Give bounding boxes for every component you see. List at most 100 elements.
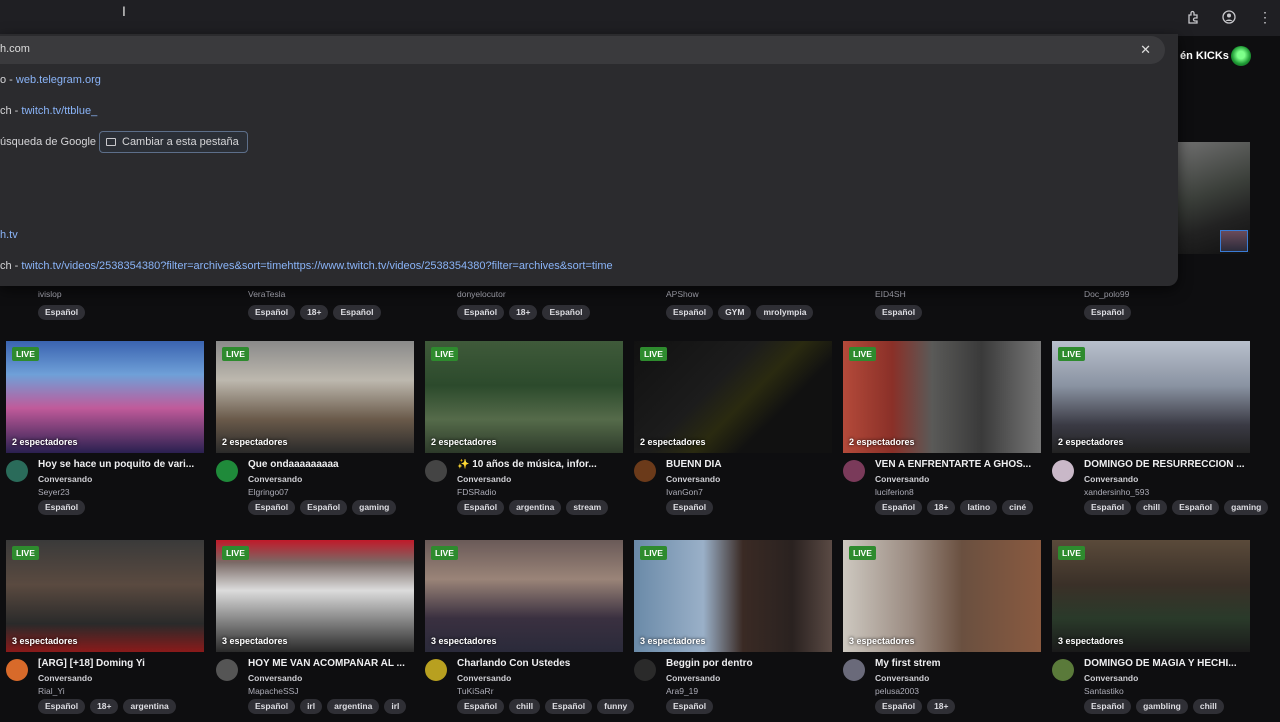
channel-name[interactable]: Doc_polo99	[1084, 289, 1131, 299]
suggestion-item[interactable]: ch - twitch.tv/videos/2538354380?filter=…	[0, 260, 613, 272]
channel-name[interactable]: Seyer23	[38, 487, 70, 497]
tag-pill[interactable]: 18+	[927, 699, 956, 714]
tag-pill[interactable]: funny	[597, 699, 635, 714]
tag-pill[interactable]: chill	[509, 699, 541, 714]
tag-pill[interactable]: 18+	[927, 500, 956, 515]
channel-name[interactable]: ivislop	[38, 289, 85, 299]
stream-card[interactable]: LIVE 3 espectadores Charlando Con Ustedes C…	[425, 540, 635, 722]
stream-category[interactable]: Conversando	[38, 673, 92, 683]
tag-pill[interactable]: Español	[666, 699, 714, 714]
stream-title[interactable]: [ARG] [+18] Doming Yi	[38, 658, 206, 669]
streamer-avatar[interactable]	[216, 659, 238, 681]
stream-title[interactable]: HOY ME VAN ACOMPAÑAR AL ...	[248, 658, 416, 669]
tag-pill[interactable]: gambling	[1136, 699, 1188, 714]
mini-player[interactable]	[1220, 230, 1248, 252]
stream-category[interactable]: Conversando	[875, 673, 929, 683]
tag-pill[interactable]: Español	[1084, 305, 1132, 320]
channel-name[interactable]: VeraTesla	[248, 289, 381, 299]
tag-pill[interactable]: argentina	[327, 699, 380, 714]
tag-pill[interactable]: GYM	[718, 305, 752, 320]
stream-category[interactable]: Conversando	[457, 474, 511, 484]
streamer-avatar[interactable]	[1052, 659, 1074, 681]
channel-name[interactable]: TuKiSaRr	[457, 686, 494, 696]
streamer-avatar[interactable]	[6, 659, 28, 681]
tag-pill[interactable]: Español	[875, 699, 923, 714]
tag-pill[interactable]: Español	[38, 500, 86, 515]
kicks-button[interactable]: én KICKs	[1174, 46, 1235, 66]
stream-thumbnail[interactable]: LIVE 3 espectadores	[216, 540, 414, 652]
stream-thumbnail[interactable]: LIVE 2 espectadores	[843, 341, 1041, 453]
stream-title[interactable]: VEN A ENFRENTARTE A GHOS...	[875, 459, 1043, 470]
user-avatar[interactable]	[1231, 46, 1251, 66]
channel-name[interactable]: FDSRadio	[457, 487, 496, 497]
tag-pill[interactable]: irl	[300, 699, 323, 714]
close-icon[interactable]: ✕	[1140, 42, 1151, 58]
tag-pill[interactable]: chill	[1192, 699, 1224, 714]
stream-card[interactable]: LIVE 2 espectadores ✨ 10 años de música, i…	[425, 341, 623, 523]
streamer-avatar[interactable]	[634, 460, 656, 482]
stream-title[interactable]: DOMINGO DE RESURRECCION ...	[1084, 459, 1252, 470]
streamer-avatar[interactable]	[425, 659, 447, 681]
channel-name[interactable]: xandersinho_593	[1084, 487, 1149, 497]
tag-pill[interactable]: Español	[542, 305, 590, 320]
tag-pill[interactable]: 18+	[509, 305, 538, 320]
streamer-avatar[interactable]	[216, 460, 238, 482]
tag-pill[interactable]: Español	[248, 699, 296, 714]
stream-category[interactable]: Conversando	[1084, 673, 1138, 683]
stream-title[interactable]: My first strem	[875, 658, 1043, 669]
stream-thumbnail[interactable]: LIVE 2 espectadores	[216, 341, 414, 453]
stream-thumbnail[interactable]: LIVE 2 espectadores	[1052, 341, 1250, 453]
tag-pill[interactable]: chill	[1136, 500, 1168, 515]
tag-pill[interactable]: Español	[875, 305, 923, 320]
tag-pill[interactable]: Español	[300, 500, 348, 515]
stream-title[interactable]: Beggin por dentro	[666, 658, 834, 669]
address-bar[interactable]: h.com ✕	[0, 36, 1165, 64]
tag-pill[interactable]: 18+	[90, 699, 119, 714]
channel-name[interactable]: Rial_Yi	[38, 686, 65, 696]
channel-name[interactable]: Santastiko	[1084, 686, 1124, 696]
tag-pill[interactable]: Español	[875, 500, 923, 515]
stream-card[interactable]: LIVE 3 espectadores My first strem Conversa…	[843, 540, 1041, 722]
stream-category[interactable]: Conversando	[666, 673, 720, 683]
tag-pill[interactable]: ciné	[1002, 500, 1034, 515]
channel-name[interactable]: Ara9_19	[666, 686, 698, 696]
streamer-avatar[interactable]	[1052, 460, 1074, 482]
tag-pill[interactable]: Español	[666, 500, 714, 515]
streamer-avatar[interactable]	[843, 460, 865, 482]
stream-thumbnail[interactable]: LIVE 2 espectadores	[634, 341, 832, 453]
profile-icon[interactable]	[1220, 8, 1238, 26]
tag-pill[interactable]: Español	[457, 305, 505, 320]
tag-pill[interactable]: Español	[1084, 699, 1132, 714]
tag-pill[interactable]: Español	[1084, 500, 1132, 515]
tag-pill[interactable]: Español	[248, 305, 296, 320]
stream-thumbnail[interactable]: LIVE 3 espectadores	[6, 540, 204, 652]
suggestion-item[interactable]: úsqueda de Google	[0, 136, 96, 148]
stream-thumbnail[interactable]: LIVE 3 espectadores	[1052, 540, 1250, 652]
channel-name[interactable]: MapacheSSJ	[248, 686, 299, 696]
tag-pill[interactable]: Español	[38, 305, 86, 320]
suggestion-item[interactable]: o - web.telegram.org	[0, 74, 101, 86]
streamer-avatar[interactable]	[634, 659, 656, 681]
stream-category[interactable]: Conversando	[1084, 474, 1138, 484]
stream-card[interactable]: LIVE 2 espectadores DOMINGO DE RESURRECCIO…	[1052, 341, 1269, 523]
stream-thumbnail[interactable]: LIVE 2 espectadores	[6, 341, 204, 453]
sidebar-preview-thumbnail[interactable]	[1178, 142, 1250, 254]
stream-thumbnail[interactable]: LIVE 3 espectadores	[634, 540, 832, 652]
stream-category[interactable]: Conversando	[457, 673, 511, 683]
stream-thumbnail[interactable]: LIVE 2 espectadores	[425, 341, 623, 453]
stream-category[interactable]: Conversando	[248, 474, 302, 484]
stream-title[interactable]: BUENN DIA	[666, 459, 834, 470]
stream-card[interactable]: LIVE 2 espectadores Hoy se hace un poquito…	[6, 341, 204, 523]
menu-kebab-icon[interactable]: ⋮	[1256, 8, 1274, 26]
stream-title[interactable]: ✨ 10 años de música, infor...	[457, 459, 625, 470]
tag-pill[interactable]: gaming	[1224, 500, 1269, 515]
stream-card[interactable]: LIVE 2 espectadores Que ondaaaaaaaaa Conver…	[216, 341, 414, 523]
tag-pill[interactable]: Español	[666, 305, 714, 320]
tag-pill[interactable]: Español	[1172, 500, 1220, 515]
channel-name[interactable]: luciferion8	[875, 487, 914, 497]
stream-category[interactable]: Conversando	[875, 474, 929, 484]
stream-thumbnail[interactable]: LIVE 3 espectadores	[425, 540, 623, 652]
channel-name[interactable]: IvanGon7	[666, 487, 703, 497]
channel-name[interactable]: EID4SH	[875, 289, 922, 299]
channel-name[interactable]: Elgringo07	[248, 487, 289, 497]
